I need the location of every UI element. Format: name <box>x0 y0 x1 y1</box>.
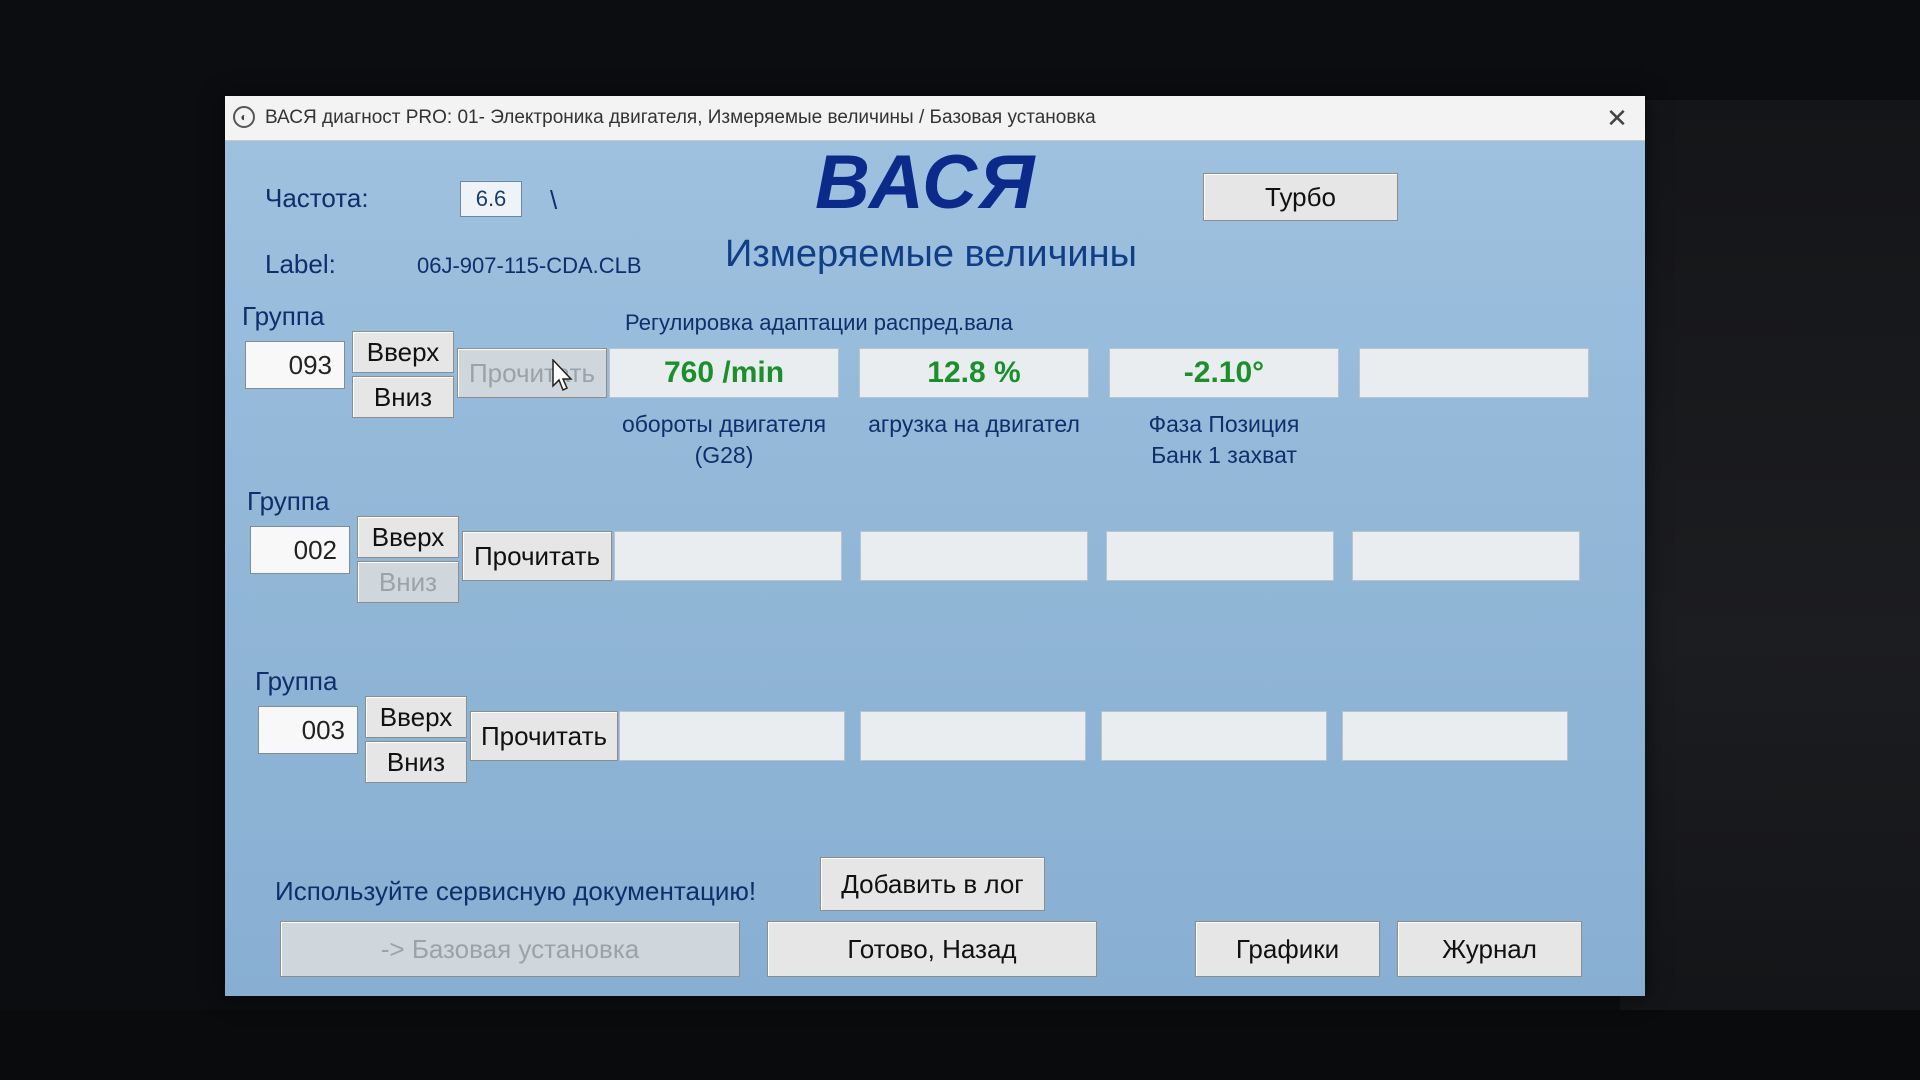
group-3-number[interactable]: 003 <box>258 706 358 754</box>
group-3-value-1 <box>619 711 845 761</box>
frequency-label: Частота: <box>265 183 369 213</box>
group-1-number[interactable]: 093 <box>245 341 345 389</box>
group-1-title: Регулировка адаптации распред.вала <box>625 310 1013 335</box>
group-1-down-button[interactable]: Вниз <box>352 376 454 418</box>
done-back-button[interactable]: Готово, Назад <box>767 921 1097 977</box>
group-2-down-button[interactable]: Вниз <box>357 561 459 603</box>
background-right <box>1620 100 1920 1080</box>
app-window: ◐ ВАСЯ диагност PRO: 01- Электроника дви… <box>225 96 1645 996</box>
basic-setting-button[interactable]: -> Базовая установка <box>280 921 740 977</box>
page-subtitle: Измеряемые величины <box>725 233 1137 275</box>
group-2-value-1 <box>614 531 842 581</box>
activity-indicator: \ <box>550 185 558 215</box>
label-label: Label: <box>265 249 336 279</box>
group-3-read-button[interactable]: Прочитать <box>470 711 618 761</box>
group-3-value-2 <box>860 711 1086 761</box>
caption-line: (G28) <box>694 442 754 468</box>
group-2-value-2 <box>860 531 1088 581</box>
group-2-label: Группа <box>247 486 330 516</box>
service-doc-notice: Используйте сервисную документацию! <box>275 876 757 906</box>
group-2-number[interactable]: 002 <box>250 526 350 574</box>
group-1-value-1: 760 /min <box>609 348 839 398</box>
group-3-down-button[interactable]: Вниз <box>365 741 467 783</box>
brand-logo: ВАСЯ <box>815 140 1037 225</box>
close-icon[interactable]: ✕ <box>1599 100 1635 136</box>
turbo-button[interactable]: Турбо <box>1203 173 1398 221</box>
group-1-value-1-caption: обороты двигателя (G28) <box>599 409 849 471</box>
title-bar: ◐ ВАСЯ диагност PRO: 01- Электроника дви… <box>225 96 1645 141</box>
background-bottom <box>0 1010 1920 1080</box>
group-2-read-button[interactable]: Прочитать <box>462 531 612 581</box>
window-title: ВАСЯ диагност PRO: 01- Электроника двига… <box>265 107 1096 128</box>
caption-line: Фаза Позиция <box>1148 411 1300 437</box>
group-1-label: Группа <box>242 301 325 331</box>
client-area: Частота: 6.6 \ Label: 06J-907-115-CDA.CL… <box>225 140 1645 996</box>
group-2-up-button[interactable]: Вверх <box>357 516 459 558</box>
frequency-value: 6.6 <box>460 181 522 217</box>
mouse-cursor-icon <box>552 359 573 392</box>
group-1-up-button[interactable]: Вверх <box>352 331 454 373</box>
group-1-value-3: -2.10° <box>1109 348 1339 398</box>
caption-line: Банк 1 захват <box>1151 442 1297 468</box>
group-2-value-3 <box>1106 531 1334 581</box>
group-3-up-button[interactable]: Вверх <box>365 696 467 738</box>
group-2-value-4 <box>1352 531 1580 581</box>
add-to-log-button[interactable]: Добавить в лог <box>820 857 1045 911</box>
app-icon: ◐ <box>233 106 255 128</box>
group-1-value-2: 12.8 % <box>859 348 1089 398</box>
caption-line: агрузка на двигател <box>868 411 1080 437</box>
graphs-button[interactable]: Графики <box>1195 921 1380 977</box>
caption-line: обороты двигателя <box>621 411 827 437</box>
group-1-value-4 <box>1359 348 1589 398</box>
group-3-value-3 <box>1101 711 1327 761</box>
group-1-value-3-caption: Фаза Позиция Банк 1 захват <box>1099 409 1349 471</box>
group-1-read-button[interactable]: Прочитать <box>457 348 607 398</box>
label-value: 06J-907-115-CDA.CLB <box>417 253 642 278</box>
group-3-value-4 <box>1342 711 1568 761</box>
group-3-label: Группа <box>255 666 338 696</box>
group-1-value-2-caption: агрузка на двигател <box>849 409 1099 440</box>
journal-button[interactable]: Журнал <box>1397 921 1582 977</box>
